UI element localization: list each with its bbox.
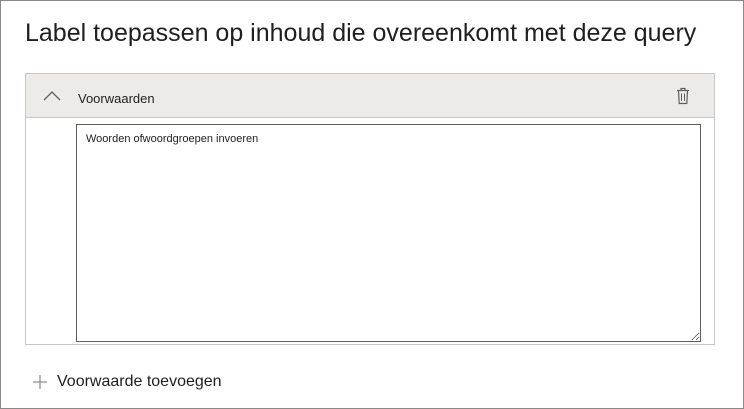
dialog-frame: Label toepassen op inhoud die overeenkom… (0, 0, 744, 409)
chevron-up-icon[interactable] (40, 86, 64, 106)
conditions-panel-header: Voorwaarden (26, 74, 714, 118)
conditions-panel: Voorwaarden (25, 73, 715, 345)
plus-icon (31, 373, 49, 391)
page-title: Label toepassen op inhoud die overeenkom… (25, 19, 697, 47)
query-input[interactable] (76, 124, 701, 342)
conditions-label: Voorwaarden (78, 91, 155, 106)
add-condition-button[interactable]: Voorwaarde toevoegen (31, 369, 222, 395)
trash-icon[interactable] (672, 85, 694, 107)
add-condition-label: Voorwaarde toevoegen (57, 373, 222, 390)
